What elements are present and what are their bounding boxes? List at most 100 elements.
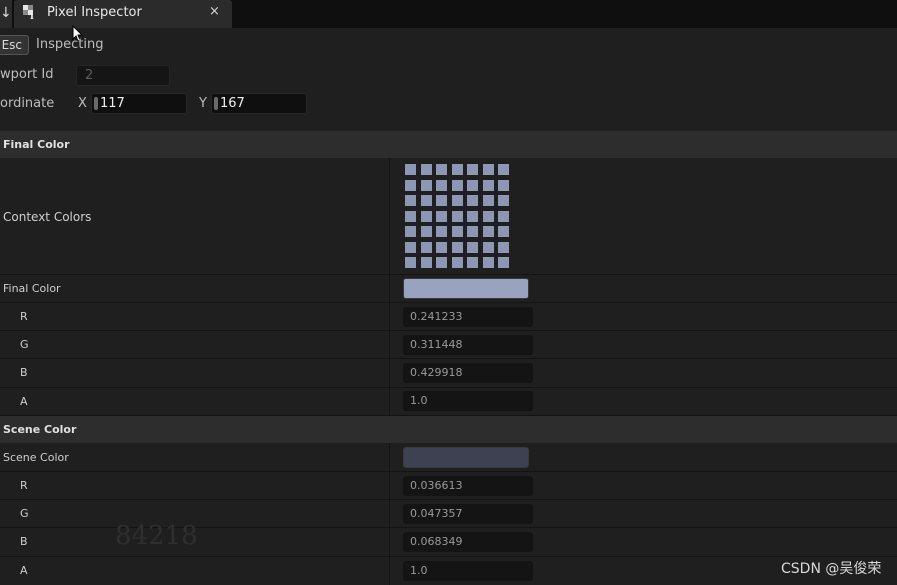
final-a-value: 1.0: [403, 391, 533, 411]
scene-r-row: R 0.036613: [0, 472, 897, 500]
context-color-cell: [420, 241, 432, 253]
context-color-cell: [420, 195, 432, 206]
column-divider[interactable]: [389, 158, 390, 416]
context-color-cell: [482, 226, 494, 237]
context-color-cell: [436, 226, 447, 237]
context-color-cell: [498, 195, 509, 206]
scene-color-swatch[interactable]: [403, 447, 529, 468]
context-color-cell: [498, 210, 509, 222]
faded-number-overlay: 84218: [115, 521, 198, 551]
a-label: A: [20, 564, 28, 577]
scene-color-row: Scene Color: [0, 443, 897, 472]
y-axis-label: Y: [199, 96, 207, 111]
context-color-cell: [405, 179, 416, 191]
scene-color-label: Scene Color: [3, 451, 69, 464]
context-color-cell: [467, 257, 478, 268]
context-color-cell: [420, 226, 432, 237]
r-label: R: [20, 479, 28, 492]
g-label: G: [20, 338, 29, 351]
context-color-cell: [482, 241, 494, 253]
context-color-cell: [436, 210, 447, 222]
column-divider[interactable]: [389, 443, 390, 585]
context-color-cell: [420, 257, 432, 268]
context-color-cell: [436, 195, 447, 206]
scene-g-value: 0.047357: [403, 504, 533, 524]
close-icon[interactable]: ×: [209, 4, 220, 19]
context-color-cell: [482, 210, 494, 222]
coordinate-y-value: 167: [220, 96, 245, 111]
final-r-row: R 0.241233: [0, 303, 897, 331]
context-color-cell: [467, 210, 478, 222]
context-color-cell: [420, 164, 432, 175]
coordinate-y-input[interactable]: 167: [211, 93, 307, 114]
context-color-cell: [451, 195, 463, 206]
final-color-label: Final Color: [3, 282, 61, 295]
esc-button[interactable]: Esc: [0, 35, 29, 55]
section-title: Scene Color: [3, 423, 77, 436]
context-color-cell: [420, 210, 432, 222]
inspecting-status: Inspecting: [36, 37, 104, 52]
context-color-cell: [467, 164, 478, 175]
pixel-inspector-icon: i: [23, 5, 37, 22]
scene-r-value: 0.036613: [403, 476, 533, 496]
context-color-cell: [436, 257, 447, 268]
context-color-cell: [405, 226, 416, 237]
context-color-cell: [451, 164, 463, 175]
b-label: B: [20, 366, 28, 379]
context-color-cell: [405, 241, 416, 253]
context-color-cell: [451, 257, 463, 268]
context-color-cell: [467, 241, 478, 253]
final-color-row: Final Color: [0, 275, 897, 303]
final-b-value: 0.429918: [403, 363, 533, 383]
tab-bar: ↓ i Pixel Inspector ×: [0, 0, 897, 28]
context-color-cell: [405, 195, 416, 206]
context-color-cell: [498, 241, 509, 253]
scene-a-value: 1.0: [403, 561, 533, 581]
context-color-cell: [451, 179, 463, 191]
context-color-cell: [482, 257, 494, 268]
section-title: Final Color: [3, 138, 70, 151]
context-color-cell: [482, 179, 494, 191]
context-color-cell: [405, 210, 416, 222]
final-a-row: A 1.0: [0, 388, 897, 416]
context-color-cell: [451, 241, 463, 253]
context-color-cell: [498, 164, 509, 175]
pixel-inspector-window: ↓ i Pixel Inspector × Esc Inspecting wpo…: [0, 0, 897, 585]
scene-b-value: 0.068349: [403, 532, 533, 552]
context-color-cell: [436, 179, 447, 191]
coordinate-label: ordinate: [0, 96, 55, 111]
final-b-row: B 0.429918: [0, 359, 897, 388]
context-color-cell: [451, 226, 463, 237]
context-colors-grid: [405, 164, 515, 272]
viewport-id-label: wport Id: [0, 67, 54, 82]
coordinate-x-input[interactable]: 117: [91, 93, 187, 114]
g-label: G: [20, 507, 29, 520]
context-color-cell: [405, 257, 416, 268]
context-color-cell: [498, 179, 509, 191]
final-g-value: 0.311448: [403, 335, 533, 355]
scene-color-section-header[interactable]: Scene Color: [0, 416, 897, 443]
info-glyph: i: [30, 11, 34, 22]
context-color-cell: [467, 179, 478, 191]
b-label: B: [20, 535, 28, 548]
scene-a-row: A 1.0: [0, 557, 897, 585]
context-color-cell: [420, 179, 432, 191]
context-color-cell: [436, 241, 447, 253]
tab-pixel-inspector[interactable]: i Pixel Inspector ×: [14, 0, 232, 28]
context-color-cell: [498, 226, 509, 237]
final-color-section-header[interactable]: Final Color: [0, 131, 897, 158]
context-color-cell: [482, 164, 494, 175]
context-color-cell: [436, 164, 447, 175]
x-axis-label: X: [78, 96, 87, 111]
context-colors-label: Context Colors: [3, 210, 92, 224]
context-color-cell: [467, 195, 478, 206]
dock-arrow-icon[interactable]: ↓: [0, 0, 12, 28]
a-label: A: [20, 395, 28, 408]
tab-title: Pixel Inspector: [47, 5, 142, 20]
context-color-cell: [451, 210, 463, 222]
final-r-value: 0.241233: [403, 307, 533, 327]
final-color-swatch[interactable]: [403, 278, 529, 299]
csdn-watermark: CSDN @吴俊荣: [781, 561, 882, 577]
coordinate-x-value: 117: [100, 96, 125, 111]
context-color-cell: [405, 164, 416, 175]
